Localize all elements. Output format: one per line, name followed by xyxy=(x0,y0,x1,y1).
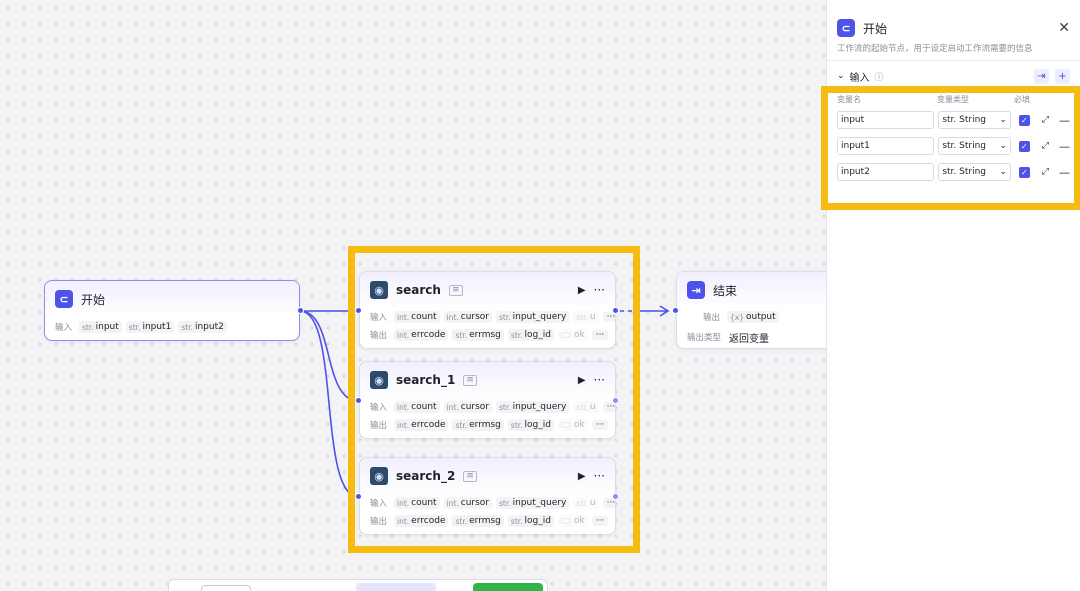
start-input-chip: str. input xyxy=(79,321,122,333)
output-label: 输出 xyxy=(703,313,721,323)
end-node[interactable]: ⇥ 结束 输出 {x} output 输出类型 返回变量 xyxy=(676,271,836,349)
bottom-toolbar[interactable] xyxy=(168,579,548,591)
add-variable-button[interactable]: + xyxy=(1055,68,1070,84)
end-node-title: 结束 xyxy=(713,283,738,298)
panel-description: 工作流的起始节点，用于设定启动工作流需要的信息 xyxy=(837,44,1033,54)
start-node-title: 开始 xyxy=(81,292,106,307)
section-label: 输入 xyxy=(849,72,870,84)
workflow-canvas[interactable]: ⊂ 开始 输入 str. input str. input1 str. input2 … xyxy=(0,0,836,591)
start-input-chip: str. input2 xyxy=(178,321,227,333)
add-node-button[interactable] xyxy=(356,583,436,591)
edge-arrow xyxy=(659,305,670,317)
zoom-box[interactable] xyxy=(201,585,251,591)
start-icon: ⊂ xyxy=(837,19,855,37)
panel-title: 开始 xyxy=(863,21,888,36)
input-label: 输入 xyxy=(55,323,73,333)
start-node[interactable]: ⊂ 开始 输入 str. input str. input1 str. input2 xyxy=(44,280,300,341)
start-output-port[interactable] xyxy=(297,307,304,314)
selection-highlight-nodes xyxy=(348,246,640,553)
start-icon: ⊂ xyxy=(55,290,73,308)
end-input-port[interactable] xyxy=(672,307,679,314)
close-icon[interactable]: ✕ xyxy=(1058,20,1070,36)
output-chip: {x} output xyxy=(727,311,779,323)
selection-highlight-variables xyxy=(821,86,1080,210)
start-input-chip: str. input1 xyxy=(125,321,175,333)
test-run-button[interactable] xyxy=(473,583,543,591)
info-icon: ⓘ xyxy=(874,72,884,83)
end-icon: ⇥ xyxy=(687,281,705,299)
node-config-panel: ⊂ 开始 ✕ 工作流的起始节点，用于设定启动工作流需要的信息 ⌄ 输入 ⓘ ⇥ … xyxy=(821,0,1080,591)
output-kind-value: 返回变量 xyxy=(729,333,769,345)
chevron-down-icon[interactable]: ⌄ xyxy=(837,71,845,81)
import-icon[interactable]: ⇥ xyxy=(1034,68,1049,84)
output-kind-label: 输出类型 xyxy=(687,333,722,343)
